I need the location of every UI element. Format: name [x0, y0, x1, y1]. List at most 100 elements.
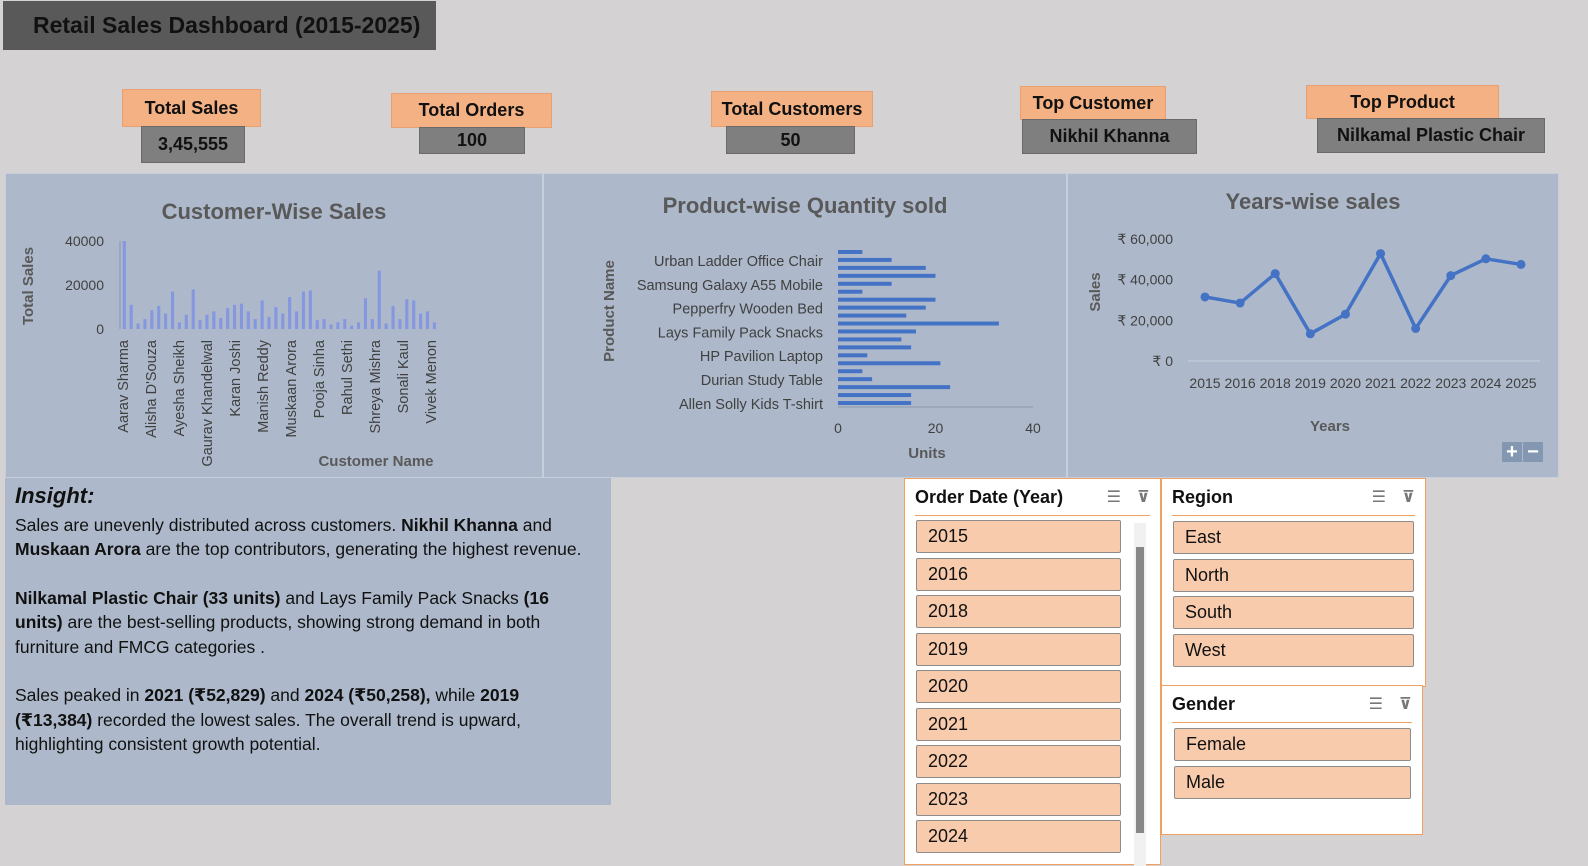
x-tick-label: Ayesha Sheikh — [172, 340, 188, 436]
bar — [232, 304, 237, 329]
bar — [363, 298, 368, 329]
clear-filter-icon[interactable]: ⊽ — [1399, 694, 1412, 714]
year-slicer[interactable]: Order Date (Year) ☰ ⊽ 2015 2016 2018 2019 20… — [904, 478, 1161, 866]
y-tick-label: ₹ 40,000 — [1117, 272, 1173, 288]
collapse-field-button[interactable]: − — [1523, 442, 1543, 462]
bar — [205, 314, 209, 329]
y-tick-label: Samsung Galaxy A55 Mobile — [637, 278, 823, 294]
y-axis-title: Total Sales — [20, 247, 37, 325]
x-axis-title: Years — [1310, 418, 1350, 435]
x-axis-title: Units — [908, 445, 946, 462]
year-slicer-item[interactable]: 2019 — [916, 632, 1121, 666]
total-orders-label: Total Orders — [391, 93, 552, 128]
gender-slicer-item[interactable]: Female — [1174, 728, 1411, 761]
x-tick-label: 2021 — [1365, 375, 1396, 391]
bar — [246, 311, 250, 329]
region-slicer-item[interactable]: West — [1173, 633, 1414, 667]
year-sales-chart: ₹ 60,000₹ 40,000₹ 20,000₹ 02015 2016 2018 2… — [1087, 231, 1540, 435]
bar — [432, 322, 436, 329]
year-slicer-item[interactable]: 2022 — [916, 745, 1121, 778]
data-point — [1516, 259, 1526, 269]
year-slicer-item[interactable]: 2016 — [916, 557, 1121, 591]
bar — [253, 319, 257, 329]
bar — [322, 319, 326, 329]
bar — [143, 319, 147, 329]
bar — [838, 401, 912, 406]
bar — [329, 324, 333, 329]
x-tick-label: 2024 — [1470, 375, 1501, 391]
dashboard-title: Retail Sales Dashboard (2015-2025) — [3, 1, 436, 50]
region-slicer-header: Region ☰ ⊽ — [1172, 479, 1415, 516]
year-slicer-item[interactable]: 2020 — [916, 670, 1121, 703]
data-point — [1200, 292, 1210, 302]
insight-paragraph-1: Sales are unevenly distributed across cu… — [15, 514, 582, 560]
bar — [838, 337, 902, 342]
bar — [838, 313, 907, 318]
bar — [370, 319, 374, 329]
x-tick-label: Aarav Sharma — [116, 339, 132, 433]
customer-sales-chart: 40000 20000 0 Aarav Sharma Alisha D'Souza Aye… — [20, 233, 440, 470]
bar — [136, 323, 140, 329]
gender-slicer[interactable]: Gender ☰ ⊽ Female Male — [1161, 685, 1423, 835]
x-tick-label: Manish Reddy — [256, 339, 272, 432]
customer-sales-chart-panel[interactable]: Customer-Wise Sales 40000 20000 0 Aarav Sha… — [5, 173, 543, 478]
region-slicer-item[interactable]: North — [1173, 558, 1414, 592]
y-tick-label: 20000 — [65, 277, 104, 293]
total-sales-label: Total Sales — [122, 89, 261, 127]
gender-slicer-header: Gender ☰ ⊽ — [1172, 686, 1412, 723]
x-tick-label: 2015 — [1189, 375, 1220, 391]
year-slicer-header: Order Date (Year) ☰ ⊽ — [915, 479, 1150, 516]
x-tick-label: Rahul Sethi — [340, 340, 356, 415]
multi-select-icon[interactable]: ☰ — [1107, 487, 1121, 507]
bar — [838, 249, 863, 254]
data-point — [1446, 271, 1456, 281]
year-slicer-item[interactable]: 2018 — [916, 595, 1121, 628]
multi-select-icon[interactable]: ☰ — [1369, 694, 1383, 714]
bar — [391, 305, 395, 329]
region-slicer-item[interactable]: East — [1173, 521, 1414, 554]
region-slicer[interactable]: Region ☰ ⊽ East North South West — [1161, 478, 1426, 687]
bar — [838, 393, 912, 398]
bar — [419, 313, 423, 329]
bar — [425, 311, 430, 329]
x-tick-label: 2025 — [1505, 375, 1536, 391]
bar — [838, 273, 936, 278]
bar — [267, 316, 271, 329]
multi-select-icon[interactable]: ☰ — [1372, 487, 1386, 507]
y-tick-label: ₹ 60,000 — [1117, 231, 1173, 247]
x-tick-label: Karan Joshi — [228, 340, 244, 417]
year-slicer-item[interactable]: 2023 — [916, 782, 1121, 816]
bar — [838, 257, 892, 262]
bar — [838, 385, 951, 390]
top-product-label: Top Product — [1306, 85, 1499, 119]
bar — [838, 361, 941, 366]
bar — [260, 300, 264, 329]
x-tick-label: Shreya Mishra — [368, 339, 384, 433]
y-tick-label: Pepperfry Wooden Bed — [673, 302, 823, 318]
bar — [129, 304, 133, 329]
x-tick-label: 20 — [928, 420, 944, 436]
product-quantity-chart: Urban Ladder Office Chair Samsung Galaxy … — [601, 249, 1041, 462]
year-sales-chart-panel[interactable]: Years-wise sales ₹ 60,000 ₹ 40,000 ₹ 20,00… — [1067, 173, 1559, 478]
bar — [226, 308, 230, 329]
bar — [281, 313, 285, 329]
year-slicer-scroll-thumb[interactable] — [1136, 547, 1144, 833]
y-axis-title: Sales — [1087, 272, 1104, 311]
year-slicer-scrollbar[interactable] — [1134, 523, 1146, 866]
product-quantity-chart-panel[interactable]: Product-wise Quantity sold Urban Ladder … — [543, 173, 1067, 478]
year-slicer-item[interactable]: 2021 — [916, 707, 1121, 741]
y-tick-label: Lays Family Pack Snacks — [658, 325, 823, 341]
clear-filter-icon[interactable]: ⊽ — [1402, 487, 1415, 507]
clear-filter-icon[interactable]: ⊽ — [1137, 487, 1150, 507]
total-sales-value: 3,45,555 — [141, 126, 245, 163]
year-slicer-item[interactable]: 2024 — [916, 820, 1121, 853]
expand-field-button[interactable]: + — [1502, 442, 1522, 462]
bar — [405, 299, 409, 329]
region-slicer-item[interactable]: South — [1173, 596, 1414, 629]
insight-paragraph-2: Nilkamal Plastic Chair (33 units) and La… — [15, 587, 549, 657]
bar — [308, 290, 312, 329]
top-product-value: Nilkamal Plastic Chair — [1317, 118, 1545, 153]
year-slicer-item[interactable]: 2015 — [916, 520, 1121, 553]
gender-slicer-item[interactable]: Male — [1174, 765, 1411, 799]
bar — [150, 310, 154, 329]
